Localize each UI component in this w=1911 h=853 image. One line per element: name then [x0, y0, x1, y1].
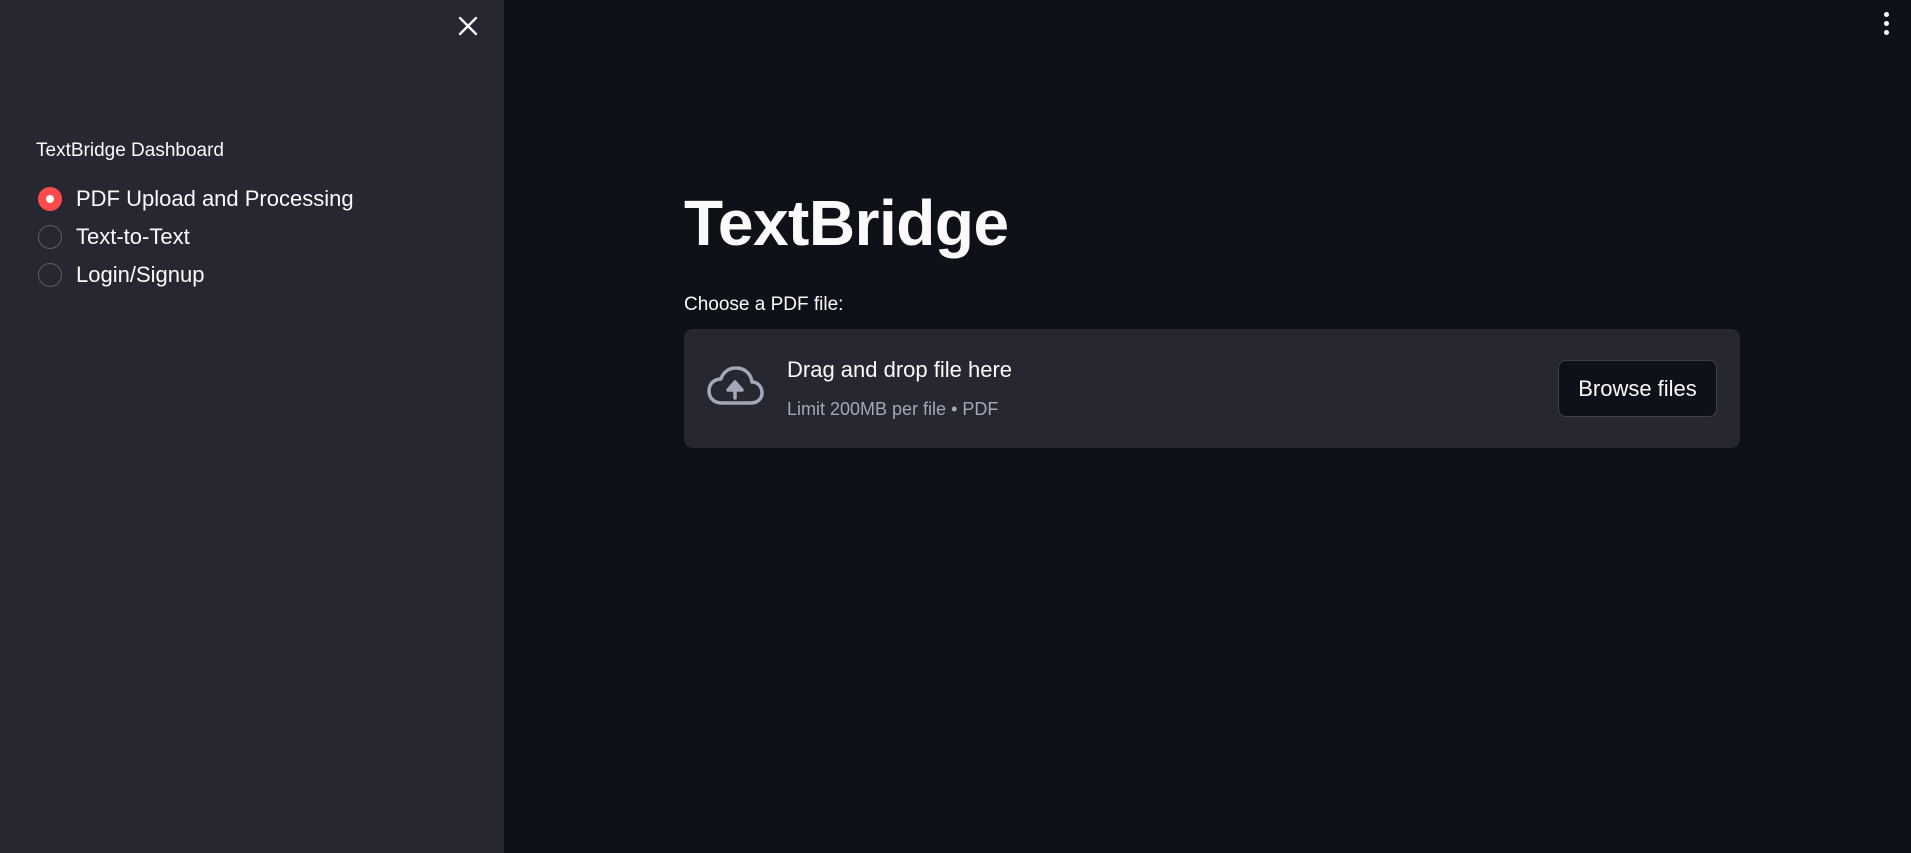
- dropzone-instructions: Drag and drop file here: [787, 357, 1013, 382]
- radio-button[interactable]: [38, 263, 62, 287]
- kebab-menu-icon: [1883, 20, 1889, 26]
- radio-option-pdf-upload[interactable]: PDF Upload and Processing: [38, 180, 354, 218]
- dropzone-limit-text: Limit 200MB per file • PDF: [787, 399, 999, 419]
- kebab-menu-icon: [1883, 29, 1889, 35]
- radio-label: Login/Signup: [76, 262, 205, 287]
- radio-option-text-to-text[interactable]: Text-to-Text: [38, 218, 354, 256]
- radio-option-login-signup[interactable]: Login/Signup: [38, 256, 354, 294]
- navigation-radio-group: PDF Upload and Processing Text-to-Text L…: [38, 180, 354, 294]
- radio-label: Text-to-Text: [76, 224, 190, 249]
- close-sidebar-button[interactable]: [452, 10, 484, 42]
- app: TextBridge Dashboard PDF Upload and Proc…: [0, 0, 1911, 853]
- radio-button[interactable]: [38, 225, 62, 249]
- file-dropzone[interactable]: Drag and drop file here Limit 200MB per …: [684, 329, 1740, 448]
- radio-dot: [46, 195, 54, 203]
- kebab-menu-icon: [1883, 11, 1889, 17]
- browse-files-button[interactable]: Browse files: [1558, 360, 1717, 417]
- cloud-upload-icon: [707, 366, 764, 405]
- main-menu-button[interactable]: [1872, 6, 1900, 40]
- page-title: TextBridge: [684, 187, 1009, 259]
- close-icon: [458, 16, 478, 36]
- file-uploader-label: Choose a PDF file:: [684, 294, 844, 315]
- sidebar: TextBridge Dashboard PDF Upload and Proc…: [0, 0, 504, 853]
- radio-label: PDF Upload and Processing: [76, 186, 354, 211]
- sidebar-title: TextBridge Dashboard: [36, 140, 224, 161]
- radio-button-selected[interactable]: [38, 187, 62, 211]
